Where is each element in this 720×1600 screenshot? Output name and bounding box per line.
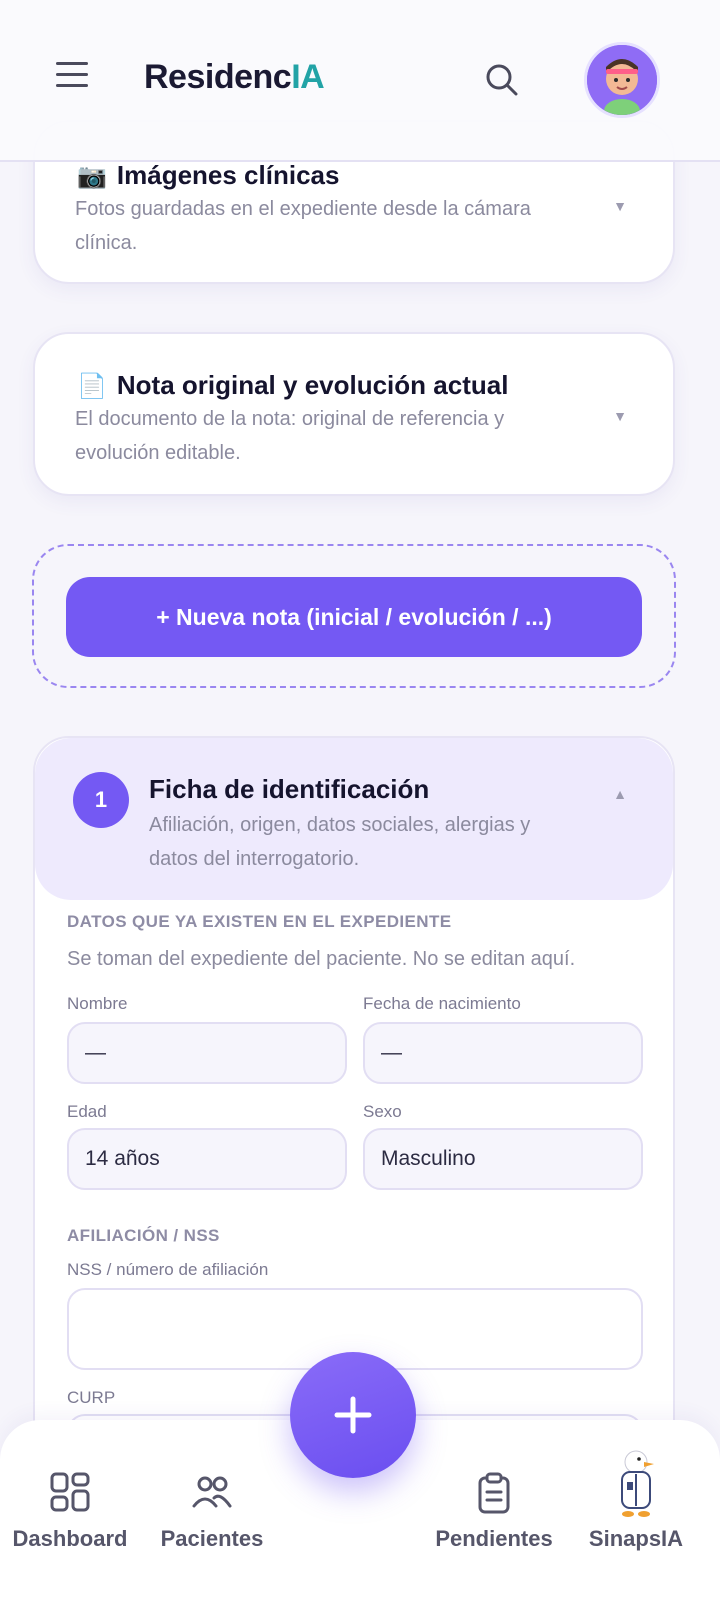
brand-main: Residenc: [144, 58, 292, 96]
original-note-card[interactable]: 📄 Nota original y evolución actual El doc…: [33, 332, 675, 496]
existing-data-label: DATOS QUE YA EXISTEN EN EL EXPEDIENTE: [67, 912, 452, 931]
nav-dashboard[interactable]: Dashboard: [0, 1420, 140, 1600]
search-icon: [486, 64, 518, 96]
nacimiento-label: Fecha de nacimiento: [363, 994, 521, 1013]
edad-field: 14 años: [67, 1128, 347, 1190]
plus-icon: [334, 1396, 372, 1434]
nav-sinapsia-label: SinapsIA: [588, 1526, 684, 1551]
clinical-images-title: Imágenes clínicas: [116, 160, 340, 190]
duck-doctor-mascot-icon: [621, 1450, 654, 1517]
menu-button[interactable]: [56, 62, 92, 92]
brand-accent: IA: [291, 58, 325, 96]
new-note-button[interactable]: + Nueva nota (inicial / evolución / ...): [66, 577, 642, 657]
dashboard-icon: [50, 1472, 90, 1512]
section-subtitle: Afiliación, origen, datos sociales, aler…: [149, 814, 531, 870]
chevron-up-icon[interactable]: ▲: [613, 786, 627, 802]
section-title: Ficha de identificación: [149, 774, 430, 804]
nav-pacientes-label: Pacientes: [160, 1526, 264, 1551]
search-button[interactable]: [484, 62, 520, 98]
edad-label: Edad: [67, 1102, 107, 1121]
existing-data-help: Se toman del expediente del paciente. No…: [67, 948, 576, 970]
card-title: 📄 Nota original y evolución actual: [77, 370, 508, 401]
afiliacion-label: AFILIACIÓN / NSS: [67, 1226, 220, 1245]
card-title: 📷 Imágenes clínicas: [77, 160, 339, 191]
user-avatar[interactable]: [584, 42, 660, 118]
sexo-field: Masculino: [363, 1128, 643, 1190]
curp-label: CURP: [67, 1388, 116, 1407]
new-note-dropzone: + Nueva nota (inicial / evolución / ...): [32, 544, 676, 688]
chevron-down-icon[interactable]: ▼: [613, 408, 627, 424]
sexo-label: Sexo: [363, 1102, 402, 1121]
step-number-badge: 1: [73, 772, 129, 828]
nss-label: NSS / número de afiliación: [67, 1260, 269, 1279]
nav-pendientes-label: Pendientes: [435, 1526, 553, 1551]
nacimiento-field: —: [363, 1022, 643, 1084]
section-header[interactable]: 1 Ficha de identificación Afiliación, or…: [35, 738, 673, 900]
avatar-illustration-icon: [587, 45, 657, 115]
clinical-images-subtitle: Fotos guardadas en el expediente desde l…: [75, 198, 531, 254]
clipboard-icon: [478, 1472, 510, 1514]
app-header: ResidencIA: [0, 0, 720, 162]
nav-dashboard-label: Dashboard: [12, 1526, 128, 1551]
original-note-subtitle: El documento de la nota: original de ref…: [75, 408, 505, 464]
nav-pendientes[interactable]: Pendientes: [424, 1420, 564, 1600]
add-fab-button[interactable]: [290, 1352, 416, 1478]
nombre-label: Nombre: [67, 994, 128, 1013]
brand-logo: ResidencIA: [144, 58, 325, 97]
users-icon: [192, 1476, 232, 1508]
camera-icon: 📷: [77, 163, 107, 190]
document-icon: 📄: [77, 373, 107, 400]
nav-pacientes[interactable]: Pacientes: [142, 1420, 282, 1600]
nombre-field: —: [67, 1022, 347, 1084]
chevron-down-icon[interactable]: ▼: [613, 198, 627, 214]
nav-sinapsia[interactable]: SinapsIA: [566, 1420, 706, 1600]
original-note-title: Nota original y evolución actual: [116, 370, 509, 400]
